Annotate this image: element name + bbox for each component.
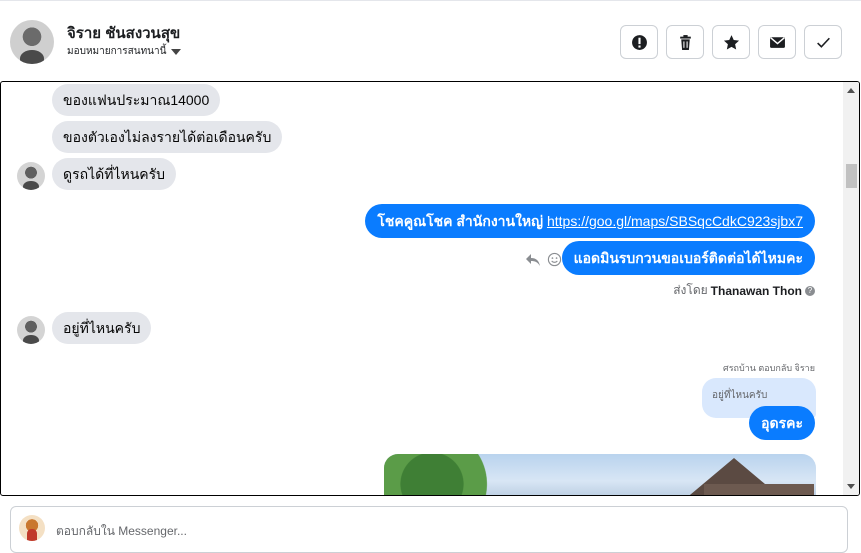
photo-trees: [384, 454, 504, 495]
sent-by-prefix: ส่งโดย: [673, 283, 708, 297]
message-thread[interactable]: ของแฟนประมาณ14000 ของตัวเองไม่ลงรายได้ต่…: [0, 81, 860, 496]
contact-avatar-small: [17, 162, 45, 190]
trash-icon: [679, 34, 691, 50]
conversation-header: จิราย ชันสงวนสุข มอบหมายการสนทนานี้: [0, 0, 861, 82]
scroll-down-arrow-icon[interactable]: [847, 484, 855, 489]
incoming-message: อยู่ที่ไหนครับ: [52, 312, 152, 344]
reply-input[interactable]: ตอบกลับใน Messenger...: [56, 522, 187, 541]
caret-down-icon: [171, 48, 182, 55]
photo-building: [704, 484, 814, 495]
scrollbar[interactable]: [843, 82, 859, 495]
mark-done-button[interactable]: [804, 25, 842, 59]
mark-unread-button[interactable]: [758, 25, 796, 59]
star-icon: [723, 34, 739, 50]
info-icon[interactable]: ?: [805, 285, 815, 296]
scroll-up-arrow-icon[interactable]: [847, 88, 855, 93]
sent-by-label: ส่งโดย Thanawan Thon ?: [673, 281, 815, 300]
incoming-message: ของแฟนประมาณ14000: [52, 84, 221, 116]
contact-avatar[interactable]: [10, 20, 54, 64]
check-icon: [816, 37, 830, 48]
message-actions: [525, 252, 562, 267]
alert-icon: [631, 34, 647, 50]
assign-conversation-dropdown[interactable]: มอบหมายการสนทนานี้: [67, 44, 182, 59]
sent-by-name: Thanawan Thon: [710, 283, 802, 298]
emoji-reaction-icon[interactable]: [547, 252, 562, 267]
outgoing-message: อุดรคะ: [749, 406, 815, 440]
incoming-message: ดูรถได้ที่ไหนครับ: [52, 158, 177, 190]
delete-button[interactable]: [666, 25, 704, 59]
page-avatar: [19, 515, 45, 541]
reply-icon[interactable]: [525, 253, 541, 267]
contact-name[interactable]: จิราย ชันสงวนสุข: [67, 21, 180, 45]
shared-photo[interactable]: [384, 454, 816, 495]
scroll-thumb[interactable]: [846, 164, 857, 188]
outgoing-message: โชคคูณโชค สำนักงานใหญ่ https://goo.gl/ma…: [365, 204, 815, 238]
incoming-message: ของตัวเองไม่ลงรายได้ต่อเดือนครับ: [52, 121, 283, 153]
map-link[interactable]: https://goo.gl/maps/SBSqcCdkC923sjbx7: [547, 213, 803, 229]
envelope-icon: [769, 36, 785, 48]
star-button[interactable]: [712, 25, 750, 59]
action-toolbar: [620, 25, 842, 59]
contact-avatar-small: [17, 316, 45, 344]
outgoing-message: แอดมินรบกวนขอเบอร์ติดต่อได้ไหมคะ: [561, 241, 815, 275]
mark-spam-button[interactable]: [620, 25, 658, 59]
outgoing-message-text: โชคคูณโชค สำนักงานใหญ่: [377, 213, 547, 229]
reply-composer[interactable]: ตอบกลับใน Messenger...: [10, 506, 848, 553]
assign-label: มอบหมายการสนทนานี้: [67, 46, 167, 57]
reply-meta: ศรถบ้าน ตอบกลับ จิราย: [723, 363, 815, 373]
